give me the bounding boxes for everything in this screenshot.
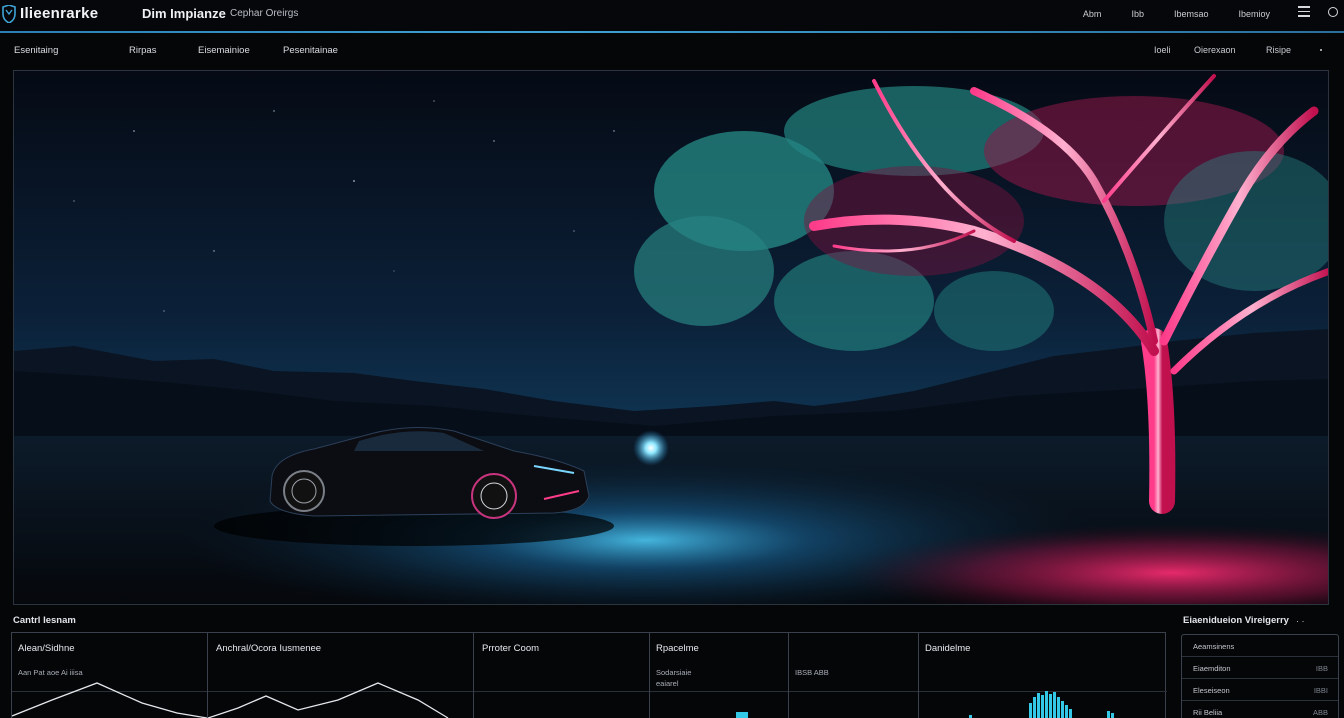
top-links: Abm Ibb Ibemsao Ibemioy [1053, 9, 1270, 19]
accent-line [0, 31, 1344, 33]
nav-right-2[interactable]: Oierexaon [1194, 45, 1236, 55]
top-link-2[interactable]: Ibb [1131, 9, 1144, 19]
col-4-bar [736, 712, 748, 718]
nav-item-1[interactable]: Esenitaing [14, 45, 58, 56]
side-panel: Aeamsinens Eiaemditon IBB Eleseiseon IBB… [1181, 634, 1339, 718]
nav-item-3[interactable]: Eisemainioe [198, 45, 250, 56]
hero-image [13, 70, 1329, 605]
control-col-2[interactable]: Anchral/Ocora Iusmenee [207, 633, 473, 718]
col-2-heading: Anchral/Ocora Iusmenee [216, 643, 322, 654]
nav-right-3[interactable]: Risipe [1266, 45, 1291, 55]
shield-logo-icon [2, 5, 16, 23]
side-row-3-value: IBBI [1313, 686, 1328, 695]
more-dot-icon[interactable] [1320, 49, 1322, 51]
col-3-heading: Prroter Coom [482, 643, 540, 654]
side-row-2[interactable]: Eiaemditon IBB [1182, 657, 1338, 679]
top-bar: Ilieenrarke Dim Impianze Cephar Oreirgs … [0, 0, 1344, 33]
col-1-sparkline [12, 682, 207, 718]
top-link-1[interactable]: Abm [1083, 9, 1102, 19]
col-6-histogram [969, 691, 1114, 718]
col-2-sparkline [208, 682, 449, 718]
side-row-4-value: ABB [1312, 708, 1328, 717]
col-6-heading: Danidelme [925, 643, 971, 654]
side-row-3-label: Eleseiseon [1193, 686, 1230, 695]
side-row-2-label: Eiaemditon [1193, 664, 1231, 673]
top-link-4[interactable]: Ibemioy [1238, 9, 1270, 19]
nav-item-4[interactable]: Pesenitainae [283, 45, 338, 56]
side-row-1-label: Aeamsinens [1193, 642, 1235, 651]
secondary-nav: Esenitaing Rirpas Eisemainioe Pesenitain… [0, 36, 1344, 64]
side-more-icon[interactable]: · · [1296, 616, 1305, 626]
side-panel-title: Eiaenidueion Vireigerry [1183, 615, 1289, 626]
col-4-sub: Sodarsiaie [656, 668, 692, 677]
brand-name[interactable]: Ilieenrarke [20, 5, 98, 22]
side-row-4-label: Rii Beliia [1193, 708, 1223, 717]
page-subtitle: Cephar Oreirgs [230, 8, 299, 19]
side-row-4[interactable]: Rii Beliia ABB [1182, 701, 1338, 718]
nav-right-1[interactable]: Ioeli [1154, 45, 1171, 55]
control-col-3[interactable]: Prroter Coom [473, 633, 649, 718]
col-5-sub: IBSB ABB [795, 668, 829, 677]
search-icon[interactable] [1328, 7, 1338, 17]
col-4-heading: Rpacelme [656, 643, 699, 654]
control-panel: Alean/Sidhne Aan Pat aoe Ai iiisa Anchra… [11, 632, 1167, 718]
control-col-6[interactable]: Danidelme [918, 633, 1167, 718]
side-row-1[interactable]: Aeamsinens [1182, 635, 1338, 657]
control-col-5[interactable]: IBSB ABB [788, 633, 918, 718]
col-4-sub2: eaiarel [656, 679, 679, 688]
nav-item-2[interactable]: Rirpas [129, 45, 156, 56]
top-link-3[interactable]: Ibemsao [1174, 9, 1209, 19]
col-1-sub: Aan Pat aoe Ai iiisa [18, 668, 83, 677]
control-col-4[interactable]: Rpacelme Sodarsiaie eaiarel [649, 633, 788, 718]
control-panel-title: Cantrl Iesnam [13, 615, 76, 626]
control-col-1[interactable]: Alean/Sidhne Aan Pat aoe Ai iiisa [12, 633, 207, 718]
col-1-heading: Alean/Sidhne [18, 643, 75, 654]
menu-icon[interactable] [1298, 6, 1310, 18]
side-row-2-value: IBB [1315, 664, 1328, 673]
page-title: Dim Impianze [142, 6, 226, 21]
side-row-3[interactable]: Eleseiseon IBBI [1182, 679, 1338, 701]
